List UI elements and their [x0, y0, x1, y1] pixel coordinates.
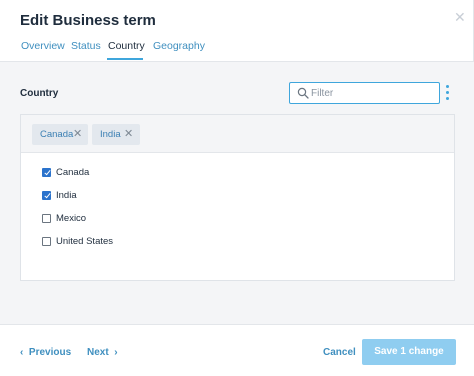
tab-country[interactable]: Country	[108, 40, 145, 52]
active-tab-indicator	[107, 58, 143, 60]
more-options-icon[interactable]	[444, 84, 452, 102]
checkbox-unchecked[interactable]	[42, 237, 51, 246]
country-selection-panel: Canada ✕ India ✕ Canada India Mexico Uni…	[20, 114, 455, 281]
option-label: India	[56, 190, 77, 201]
filter-input[interactable]	[311, 85, 435, 101]
tab-geography[interactable]: Geography	[153, 40, 205, 52]
checkbox-checked[interactable]	[42, 168, 51, 177]
next-label: Next	[87, 347, 109, 358]
close-icon[interactable]: ✕	[124, 124, 133, 145]
tab-bar: Overview Status Country Geography	[0, 38, 474, 62]
chevron-right-icon: ›	[114, 347, 118, 358]
option-label: United States	[56, 236, 114, 247]
option-label: Canada	[56, 167, 90, 178]
checkbox-checked[interactable]	[42, 191, 51, 200]
close-icon[interactable]: ✕	[73, 124, 82, 145]
edit-business-term-dialog: Edit Business term ✕ Overview Status Cou…	[0, 0, 474, 376]
filter-field[interactable]	[289, 82, 440, 104]
chip-label: Canada	[40, 129, 74, 140]
close-icon[interactable]: ✕	[454, 10, 466, 24]
next-button[interactable]: Next ›	[87, 347, 118, 358]
chip-canada: Canada ✕	[32, 124, 88, 145]
previous-label: Previous	[28, 347, 72, 358]
dialog-title: Edit Business term	[20, 12, 156, 29]
chip-india: India ✕	[92, 124, 140, 145]
save-button[interactable]: Save 1 change	[362, 339, 456, 365]
selected-chips: Canada ✕ India ✕	[21, 115, 454, 153]
section-label-country: Country	[20, 88, 59, 99]
chevron-left-icon: ‹	[20, 347, 24, 358]
previous-button[interactable]: ‹ Previous	[20, 347, 71, 358]
option-label: Mexico	[56, 213, 87, 224]
chip-label: India	[100, 129, 121, 140]
checkbox-unchecked[interactable]	[42, 214, 51, 223]
tab-overview[interactable]: Overview	[21, 40, 65, 52]
tab-status[interactable]: Status	[71, 40, 101, 52]
dialog-footer: ‹ Previous Next › Cancel Save 1 change	[0, 324, 474, 376]
search-icon	[297, 87, 309, 99]
cancel-button[interactable]: Cancel	[323, 347, 356, 358]
